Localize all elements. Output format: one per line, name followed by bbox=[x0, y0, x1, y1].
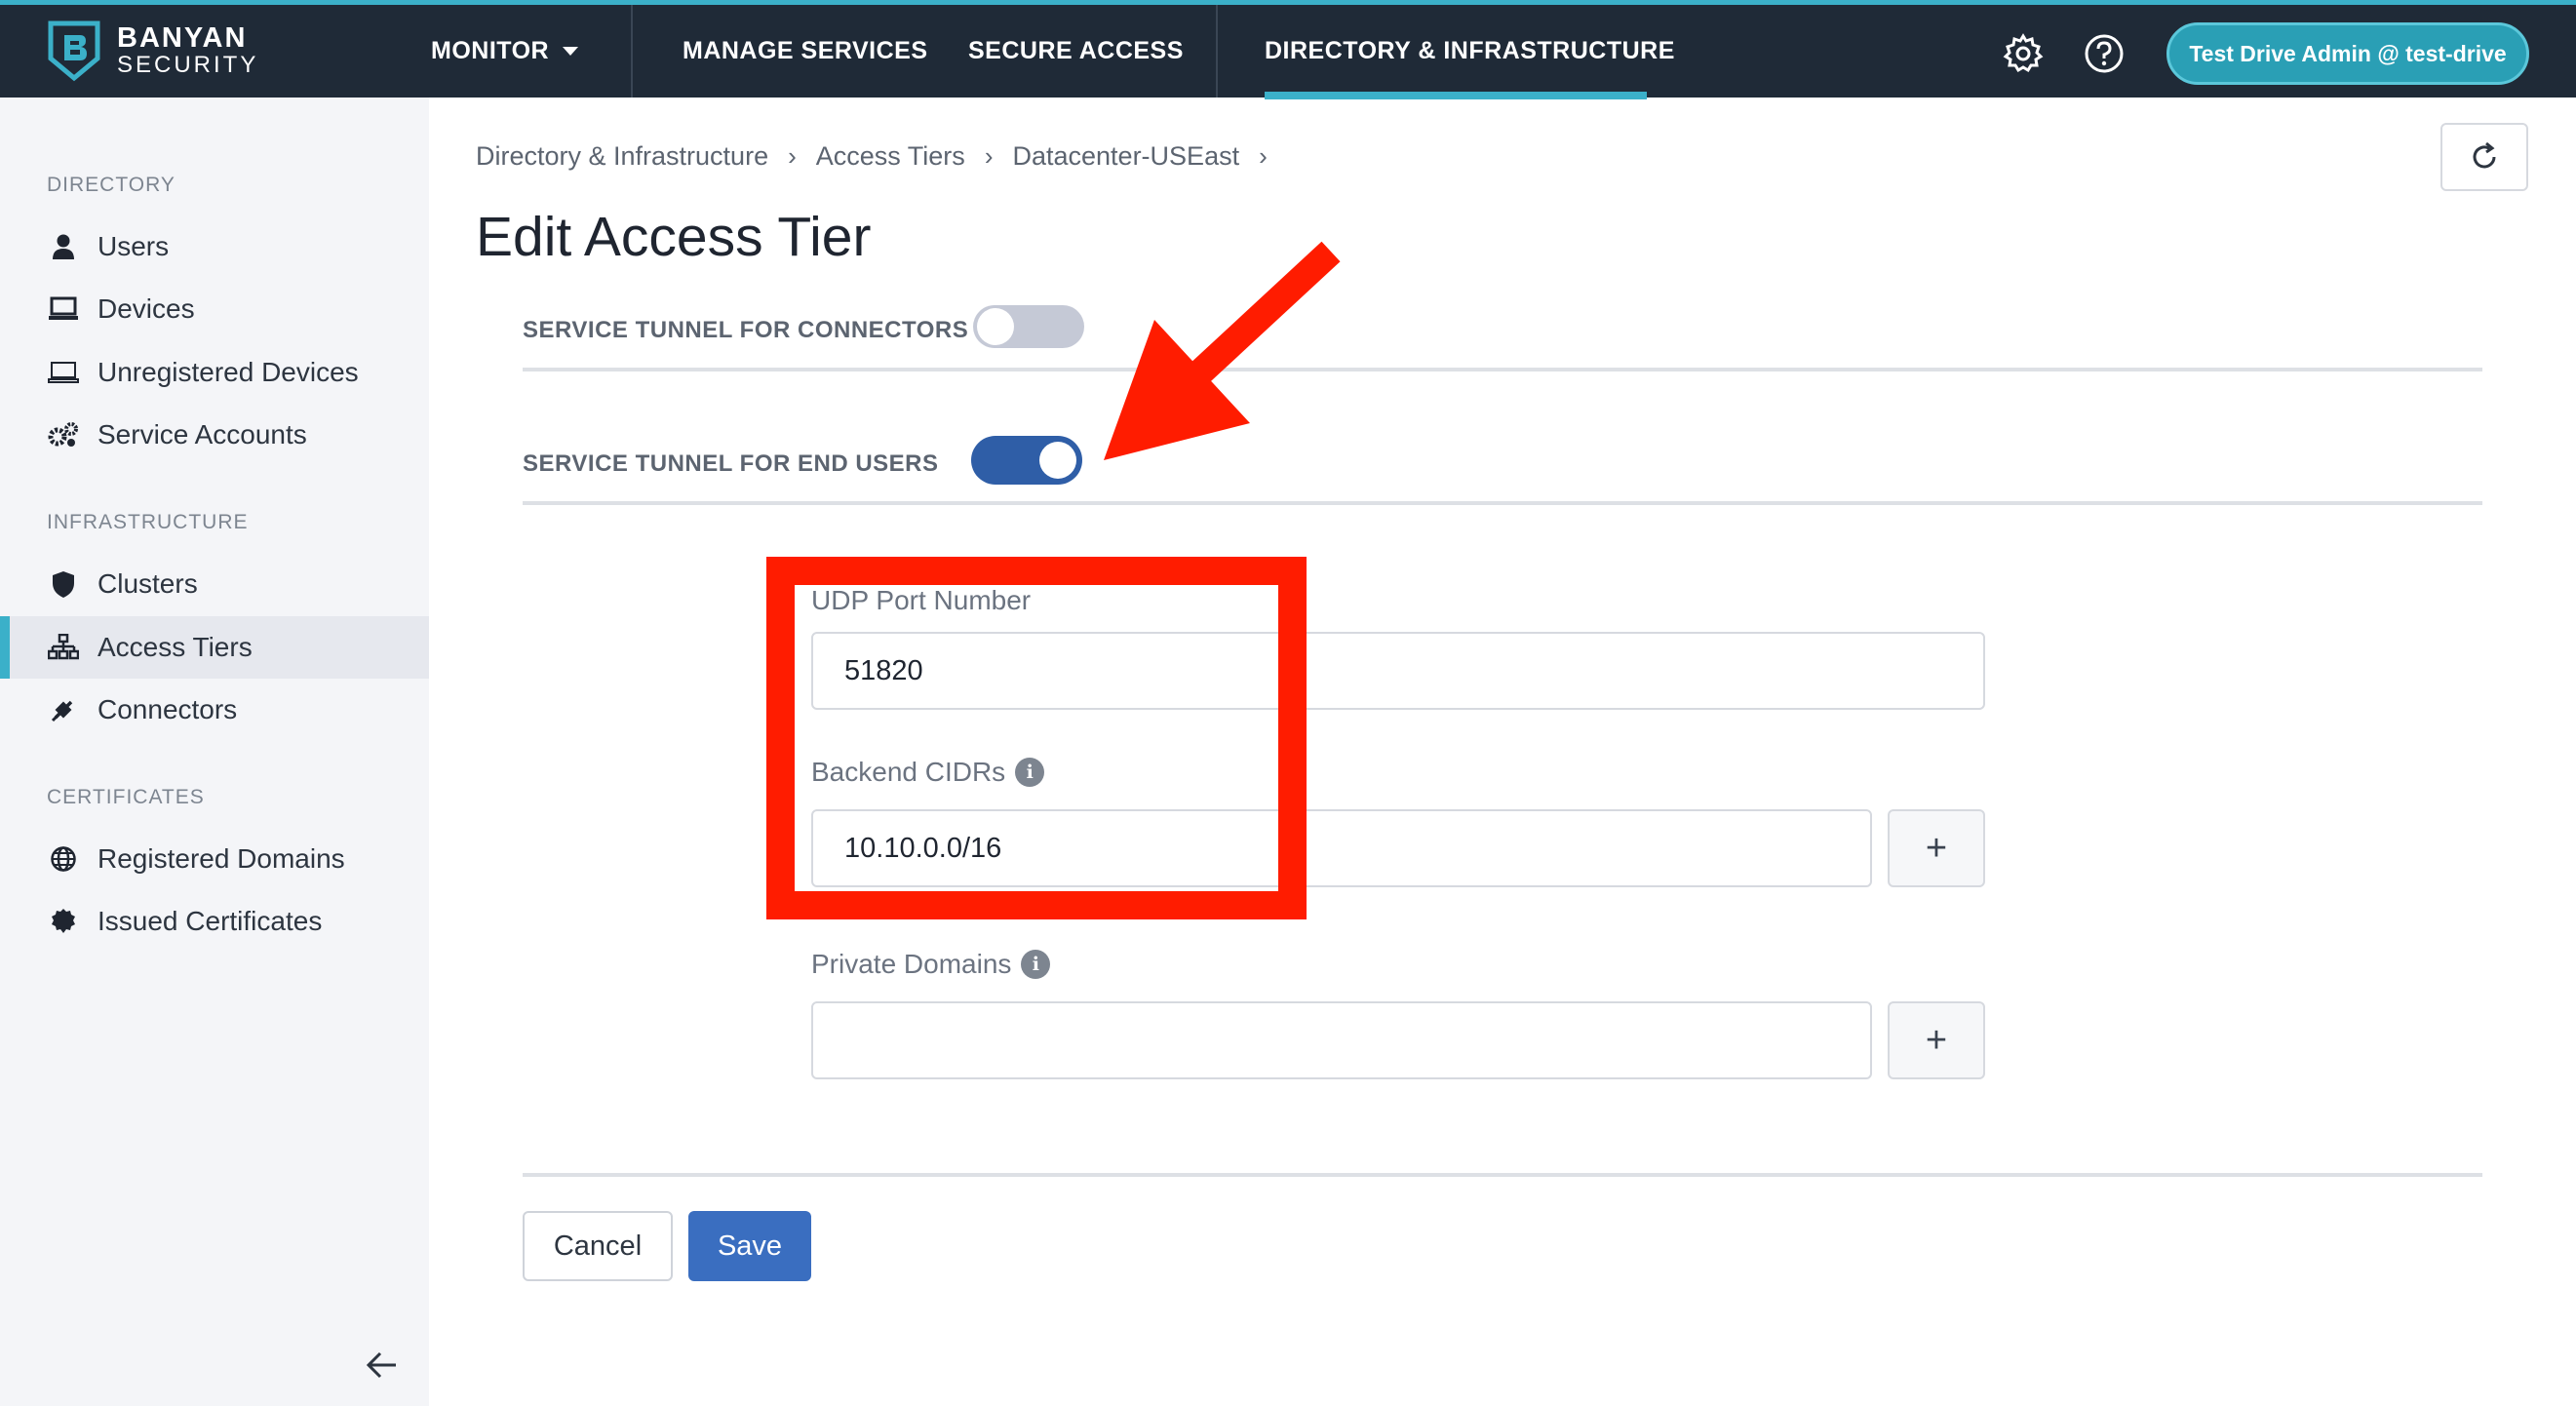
cancel-button[interactable]: Cancel bbox=[523, 1211, 673, 1281]
service-tunnel-end-users-toggle[interactable] bbox=[971, 436, 1082, 485]
sidebar-item-label: Users bbox=[98, 231, 170, 261]
save-button[interactable]: Save bbox=[688, 1211, 811, 1281]
breadcrumb-access-tiers[interactable]: Access Tiers bbox=[816, 141, 965, 172]
top-navigation-bar: BANYAN SECURITY MONITOR MANAGE SERVICES … bbox=[0, 0, 2576, 99]
nav-monitor-label: MONITOR bbox=[431, 37, 550, 64]
arrow-left-icon[interactable] bbox=[363, 1346, 402, 1385]
brand-line2: SECURITY bbox=[117, 52, 259, 78]
breadcrumb: Directory & Infrastructure › Access Tier… bbox=[476, 141, 1287, 172]
gears-icon bbox=[47, 418, 80, 451]
backend-cidrs-input[interactable]: 10.10.0.0/16 bbox=[811, 809, 1872, 887]
breadcrumb-datacenter-useast[interactable]: Datacenter-USEast bbox=[1012, 141, 1239, 172]
user-icon bbox=[47, 230, 80, 263]
toggle-label-end-users: SERVICE TUNNEL FOR END USERS bbox=[523, 450, 939, 477]
nav-divider bbox=[1216, 5, 1218, 98]
page-title: Edit Access Tier bbox=[476, 206, 872, 268]
section-divider bbox=[523, 501, 2482, 505]
annotation-arrow-icon bbox=[1104, 241, 1341, 460]
brand-line1: BANYAN bbox=[117, 22, 248, 54]
shield-icon bbox=[47, 567, 80, 601]
sidebar-heading-certificates: CERTIFICATES bbox=[47, 786, 205, 808]
sidebar-heading-directory: DIRECTORY bbox=[47, 174, 176, 196]
active-nav-indicator bbox=[1265, 92, 1647, 99]
sitemap-icon bbox=[47, 631, 80, 664]
plug-icon bbox=[47, 693, 80, 726]
add-private-domain-button[interactable]: + bbox=[1888, 1001, 1985, 1079]
section-divider bbox=[523, 368, 2482, 371]
banyan-shield-icon bbox=[48, 20, 100, 82]
sidebar-item-label: Service Accounts bbox=[98, 419, 307, 449]
sidebar-item-label: Unregistered Devices bbox=[98, 357, 359, 387]
breadcrumb-directory-infrastructure[interactable]: Directory & Infrastructure bbox=[476, 141, 768, 172]
sidebar-item-label: Issued Certificates bbox=[98, 906, 323, 936]
nav-monitor[interactable]: MONITOR bbox=[431, 5, 579, 98]
laptop-icon bbox=[47, 293, 80, 326]
private-domains-label-wrapper: Private Domains i bbox=[811, 949, 1051, 980]
sidebar-item-unregistered-devices[interactable]: Unregistered Devices bbox=[0, 341, 429, 404]
sidebar-item-label: Access Tiers bbox=[98, 632, 253, 662]
sidebar-item-label: Registered Domains bbox=[98, 843, 345, 874]
nav-directory-infrastructure[interactable]: DIRECTORY & INFRASTRUCTURE bbox=[1265, 5, 1675, 98]
info-icon[interactable]: i bbox=[1021, 950, 1051, 979]
udp-port-label: UDP Port Number bbox=[811, 585, 1032, 615]
gear-icon[interactable] bbox=[2002, 32, 2045, 75]
info-icon[interactable]: i bbox=[1015, 758, 1045, 787]
sidebar-item-label: Clusters bbox=[98, 568, 198, 599]
help-icon[interactable] bbox=[2083, 32, 2126, 75]
sidebar-item-devices[interactable]: Devices bbox=[0, 278, 429, 340]
refresh-icon bbox=[2473, 141, 2496, 169]
private-domains-input[interactable] bbox=[811, 1001, 1872, 1079]
sidebar-item-registered-domains[interactable]: Registered Domains bbox=[0, 828, 429, 890]
section-divider bbox=[523, 1173, 2482, 1177]
user-account-button[interactable]: Test Drive Admin @ test-drive bbox=[2166, 22, 2529, 85]
toggle-knob bbox=[1039, 442, 1076, 479]
chevron-down-icon bbox=[563, 47, 579, 56]
nav-divider bbox=[631, 5, 633, 98]
sidebar-item-label: Devices bbox=[98, 293, 195, 324]
backend-cidrs-label: Backend CIDRs bbox=[811, 757, 1006, 787]
sidebar-item-access-tiers[interactable]: Access Tiers bbox=[0, 616, 429, 679]
toggle-knob bbox=[977, 308, 1014, 345]
refresh-button[interactable] bbox=[2440, 123, 2528, 191]
nav-secure-access[interactable]: SECURE ACCESS bbox=[968, 5, 1184, 98]
chevron-right-icon: › bbox=[984, 141, 994, 171]
sidebar-item-connectors[interactable]: Connectors bbox=[0, 679, 429, 741]
chevron-right-icon: › bbox=[788, 141, 797, 171]
add-backend-cidr-button[interactable]: + bbox=[1888, 809, 1985, 887]
sidebar-item-service-accounts[interactable]: Service Accounts bbox=[0, 404, 429, 466]
chevron-right-icon: › bbox=[1259, 141, 1268, 171]
udp-port-input[interactable]: 51820 bbox=[811, 632, 1985, 710]
sidebar-item-users[interactable]: Users bbox=[0, 215, 429, 278]
toggle-label-connectors: SERVICE TUNNEL FOR CONNECTORS bbox=[523, 317, 969, 343]
banyan-logo[interactable]: BANYAN SECURITY bbox=[45, 19, 258, 85]
sidebar-item-clusters[interactable]: Clusters bbox=[0, 553, 429, 615]
private-domains-label: Private Domains bbox=[811, 949, 1012, 979]
sidebar-item-issued-certificates[interactable]: Issued Certificates bbox=[0, 890, 429, 953]
laptop-outline-icon bbox=[47, 356, 80, 389]
service-tunnel-connectors-toggle[interactable] bbox=[973, 305, 1084, 348]
nav-manage-services[interactable]: MANAGE SERVICES bbox=[683, 5, 928, 98]
globe-icon bbox=[47, 842, 80, 876]
sidebar-item-label: Connectors bbox=[98, 694, 238, 724]
certificate-badge-icon bbox=[47, 905, 80, 938]
backend-cidrs-label-wrapper: Backend CIDRs i bbox=[811, 757, 1045, 788]
sidebar-heading-infrastructure: INFRASTRUCTURE bbox=[47, 511, 249, 533]
